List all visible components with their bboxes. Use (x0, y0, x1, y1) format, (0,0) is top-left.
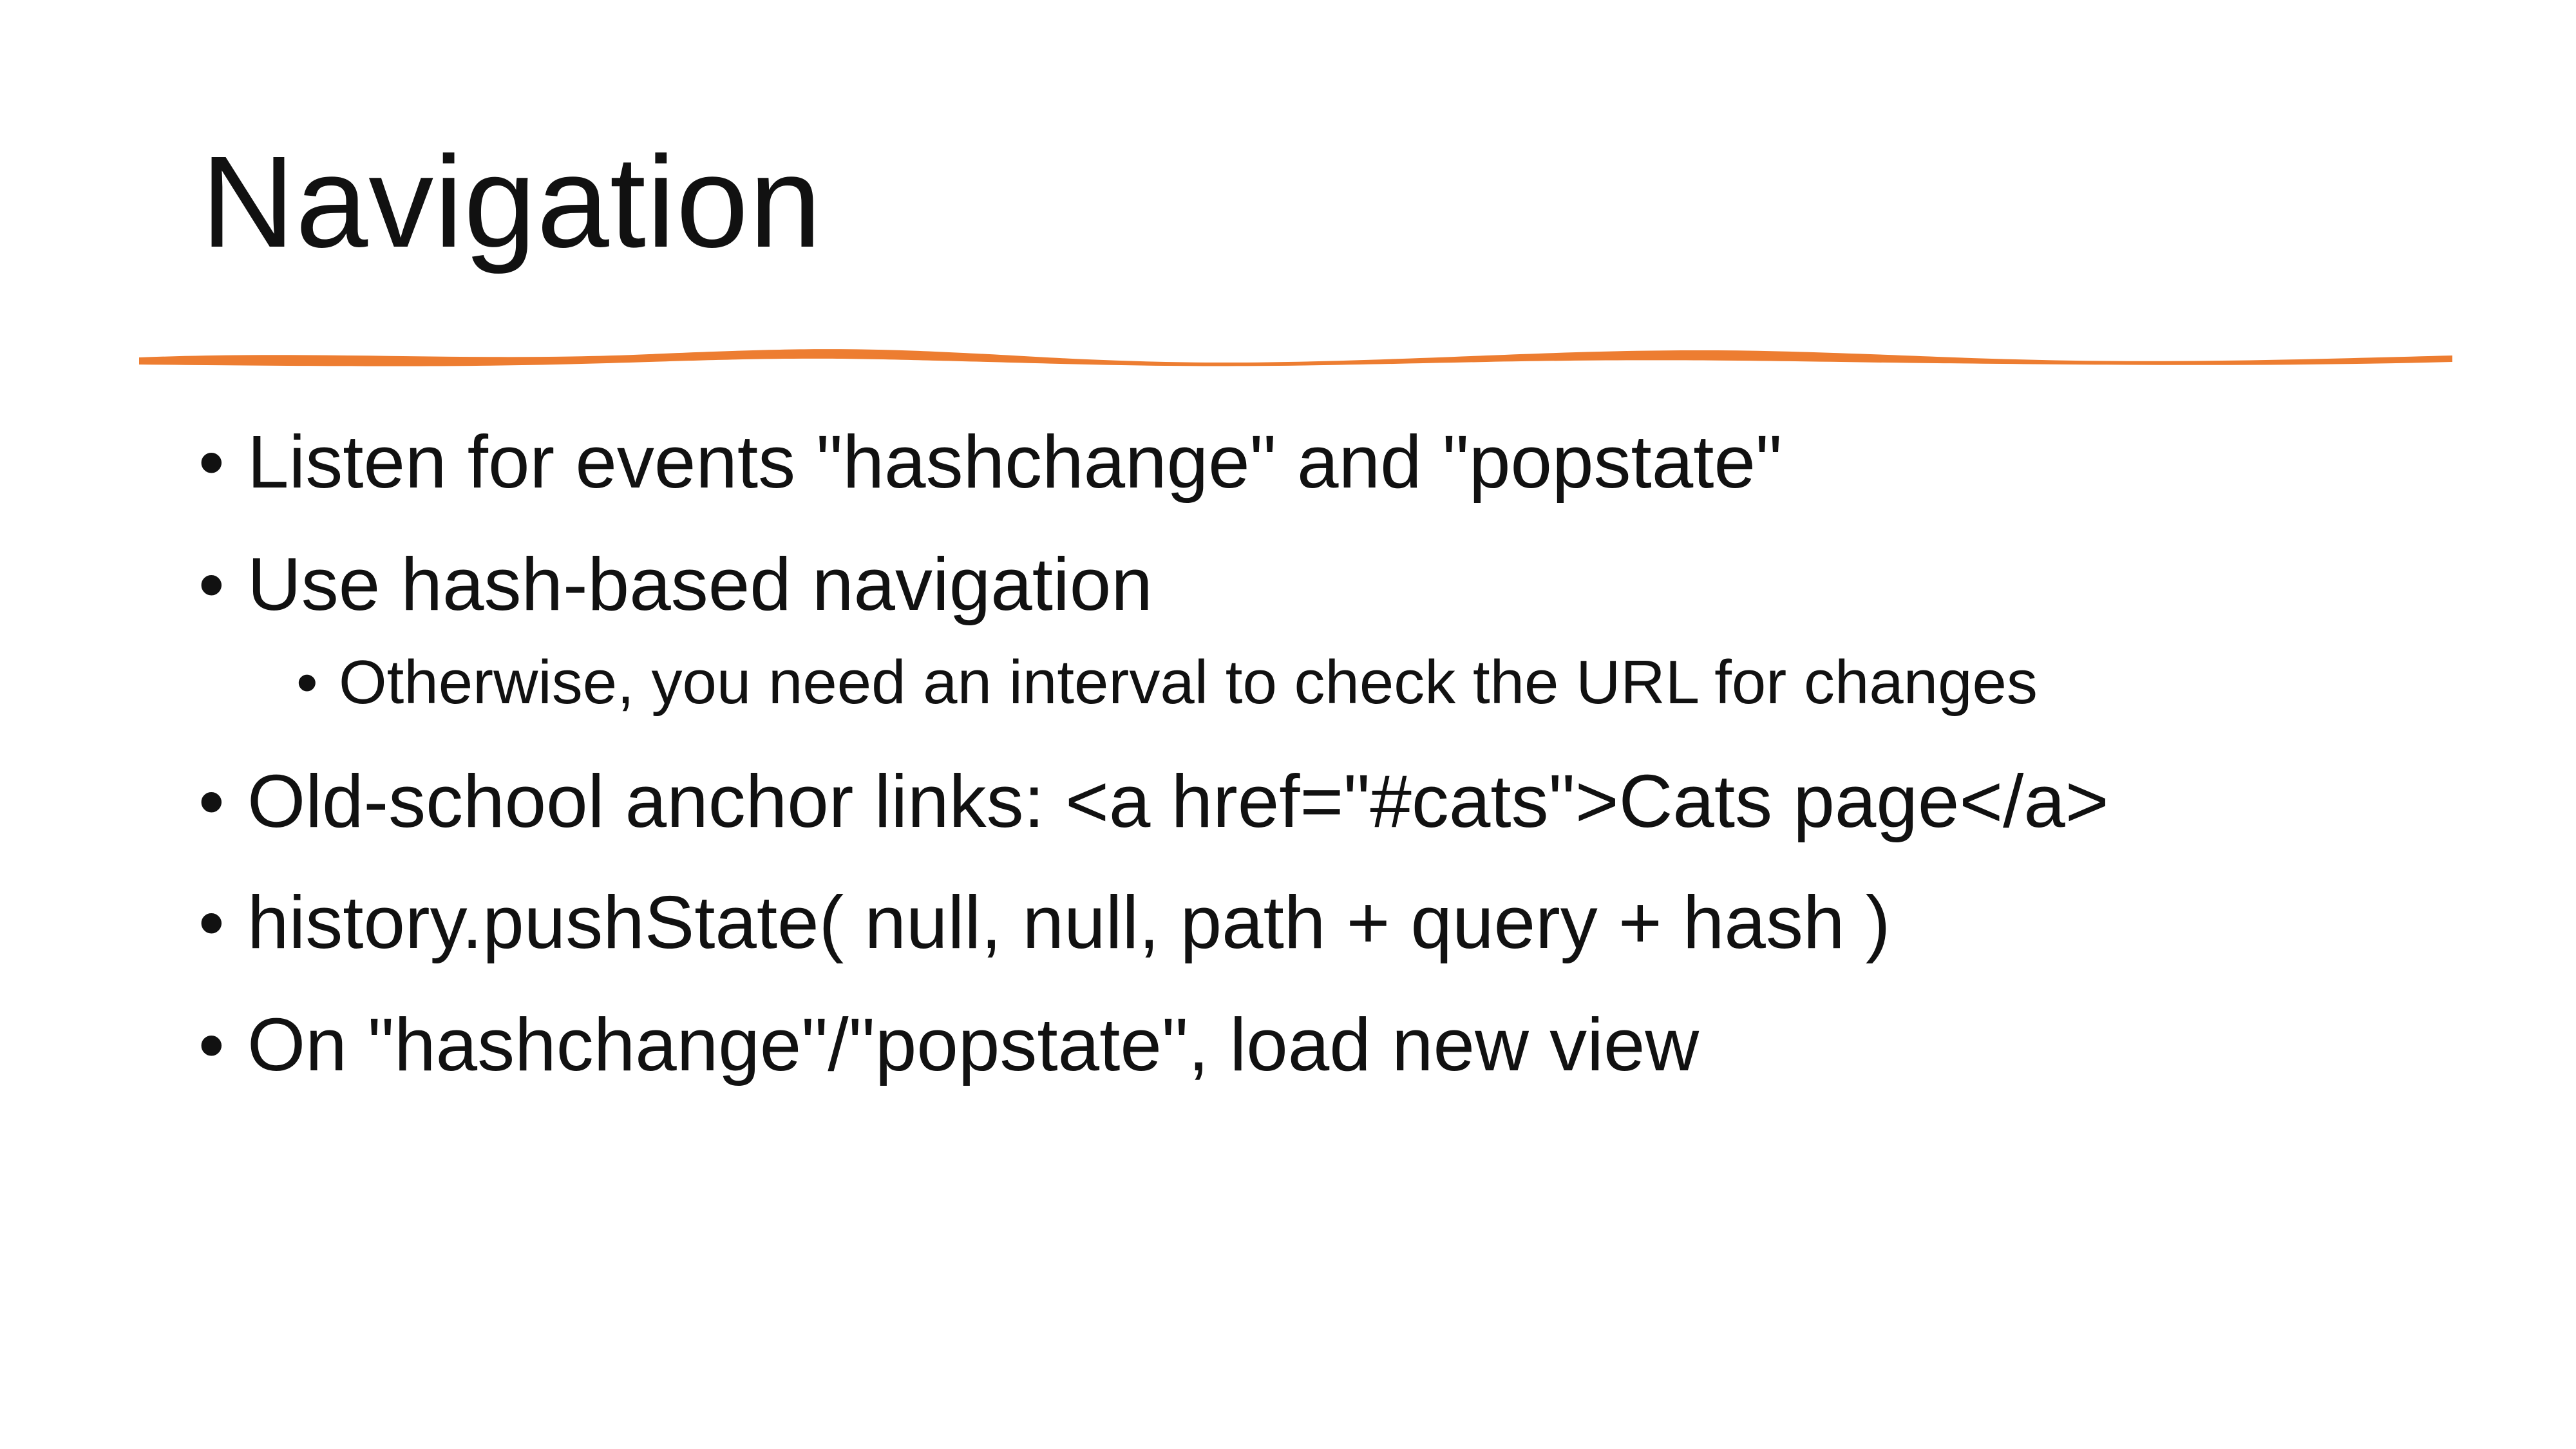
bullet-dot: • (198, 542, 225, 626)
bullet-item: • Use hash-based navigation (198, 541, 1153, 627)
bullet-item: • history.pushState( null, null, path + … (198, 879, 1890, 965)
bullet-dot: • (198, 759, 225, 843)
bullet-dot: • (198, 1003, 225, 1086)
bullet-item: • On "hashchange"/"popstate", load new v… (198, 1001, 1699, 1088)
bullet-text: Use hash-based navigation (247, 542, 1153, 626)
bullet-text: On "hashchange"/"popstate", load new vie… (247, 1003, 1700, 1086)
bullet-text: Listen for events "hashchange" and "pops… (247, 420, 1783, 504)
slide: Navigation • Listen for events "hashchan… (0, 0, 2576, 1449)
bullet-item: • Old-school anchor links: <a href="#cat… (198, 758, 2109, 844)
bullet-dot: • (296, 648, 318, 717)
bullet-text: Old-school anchor links: <a href="#cats"… (247, 759, 2109, 843)
bullet-item: • Listen for events "hashchange" and "po… (198, 419, 1782, 505)
bullet-text: history.pushState( null, null, path + qu… (247, 880, 1891, 964)
sub-bullet-item: • Otherwise, you need an interval to che… (296, 647, 2038, 718)
sub-bullet-text: Otherwise, you need an interval to check… (339, 648, 2038, 717)
title-underline (139, 349, 2452, 366)
slide-title: Navigation (201, 129, 822, 274)
bullet-dot: • (198, 880, 225, 964)
bullet-dot: • (198, 420, 225, 504)
